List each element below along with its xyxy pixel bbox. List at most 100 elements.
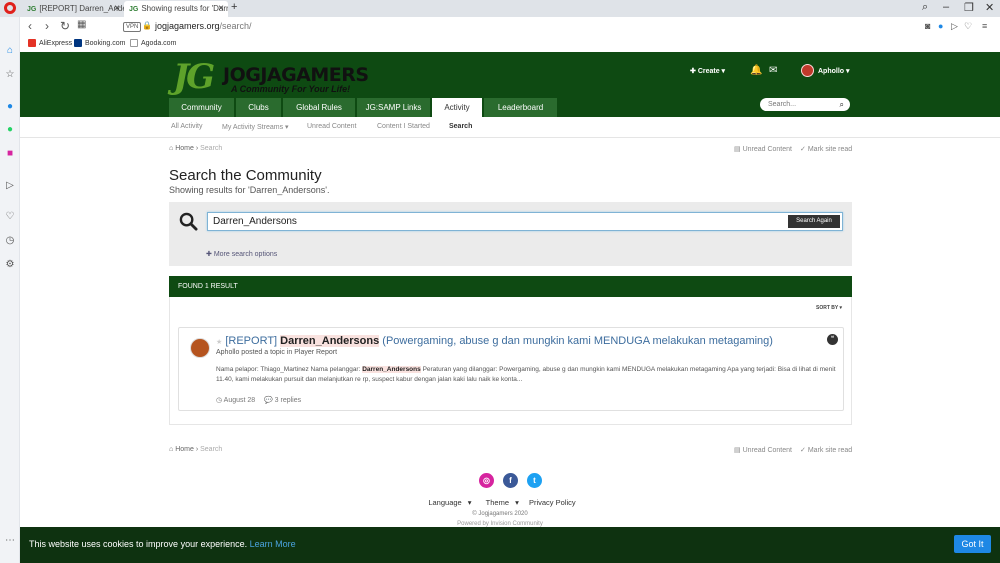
nav-tab-jgsamp-links[interactable]: JG:SAMP Links [357,98,430,117]
cookie-banner: This website uses cookies to improve you… [20,527,1000,563]
header-search-input[interactable]: Search... ⌕ [760,98,850,111]
sort-by-dropdown[interactable]: SORT BY ▾ [816,305,842,311]
opera-logo-icon[interactable] [4,2,16,14]
star-icon[interactable]: ☆ [4,69,16,81]
restore-icon[interactable]: ❐ [964,1,974,14]
user-menu[interactable]: Aphollo ▾ [818,67,850,75]
messenger-icon[interactable]: ● [4,101,16,113]
copyright: © Jogjagamers 2020 [472,511,528,517]
address-bar: ‹ › ↻ ▦ VPN 🔒 jogjagamers.org/search/ ◙ … [20,17,1000,37]
home-icon[interactable]: ⌂ [4,45,16,57]
unread-star-icon: ★ [216,339,223,346]
result-snippet: Nama pelapor: Thiago_Martinez Nama pelan… [216,366,836,383]
nav-tab-leaderboard[interactable]: Leaderboard [484,98,557,117]
messages-envelope-icon[interactable]: ✉ [769,65,777,76]
theme-menu[interactable]: Theme ▾ [482,498,519,507]
subnav-unread-content[interactable]: Unread Content [307,123,356,130]
search-field-wrapper: Search Again [207,212,843,231]
privacy-policy-link[interactable]: Privacy Policy [529,498,576,507]
logo-mark[interactable]: JG [173,57,215,97]
search-panel: Search Again ✚ More search options [169,202,852,266]
browser-sidebar: ⌂ ☆ ● ● ■ ▷ ♡ ◷ ⚙ ⋯ [0,17,20,563]
logo-tagline: A Community For Your Life! [231,84,351,94]
url-field[interactable]: jogjagamers.org/search/ [155,21,252,31]
close-window-icon[interactable]: ✕ [985,1,994,14]
heart-icon[interactable]: ♡ [964,21,972,32]
camera-icon[interactable]: ◙ [925,21,930,31]
more-search-options-link[interactable]: ✚ More search options [206,250,277,258]
reload-icon[interactable]: ↻ [60,19,70,33]
tab-grid-icon[interactable]: ▦ [77,19,86,30]
language-menu[interactable]: Language ▾ [424,498,471,507]
got-it-button[interactable]: Got It [954,535,991,553]
breadcrumb-home[interactable]: Home [175,145,194,152]
notifications-bell-icon[interactable]: 🔔 [750,65,762,76]
instagram-icon[interactable]: ■ [4,148,16,160]
subnav-content-i-started[interactable]: Content I Started [377,123,430,130]
forward-icon[interactable]: › [45,19,49,33]
settings-icon[interactable]: ⚙ [4,259,16,271]
mark-site-read-link[interactable]: ✓ Mark site read [800,446,852,454]
nav-tab-community[interactable]: Community [169,98,234,117]
browser-tab-report[interactable]: JG[REPORT] Darren_Anderso × [22,1,124,17]
search-icon [179,212,198,231]
search-icon[interactable]: ⌕ [840,98,844,111]
vpn-badge[interactable]: VPN [123,22,142,32]
create-button[interactable]: ✚ Create ▾ [690,67,725,75]
search-tabs-icon[interactable]: ⌕ [922,1,928,14]
nav-tab-global-rules[interactable]: Global Rules [283,98,355,117]
cookie-message: This website uses cookies to improve you… [29,539,296,549]
nav-tab-clubs[interactable]: Clubs [236,98,281,117]
site-header: JG JOGJAGAMERS A Community For Your Life… [20,52,1000,117]
result-date[interactable]: ◷ August 28 [216,396,255,404]
more-icon[interactable]: ⋯ [4,535,16,547]
shield-icon[interactable]: ● [938,21,943,31]
breadcrumb-home[interactable]: Home [175,446,194,453]
subnav-my-activity-streams[interactable]: My Activity Streams ▾ [222,123,289,131]
learn-more-link[interactable]: Learn More [250,539,296,549]
home-icon: ⌂ [169,145,174,152]
bookmark-agoda[interactable]: Agoda.com [130,39,176,47]
subnav-all-activity[interactable]: All Activity [171,123,203,130]
twitter-icon[interactable]: t [527,473,542,488]
close-tab-icon[interactable]: × [218,1,224,16]
breadcrumb: ⌂ Home › Search [169,145,223,152]
heart-icon[interactable]: ♡ [4,211,16,223]
unread-content-link[interactable]: ▤ Unread Content [734,145,792,153]
bookmark-aliexpress[interactable]: AliExpress [28,39,72,47]
booking-icon [74,39,82,47]
send-icon[interactable]: ▷ [4,180,16,192]
result-replies[interactable]: 💬 3 replies [264,396,301,404]
menu-icon[interactable]: ≡ [982,21,987,31]
results-area: SORT BY ▾ ★ [REPORT] Darren_Andersons (P… [169,297,852,425]
close-tab-icon[interactable]: × [114,1,120,16]
search-query-input[interactable] [213,216,773,227]
search-again-button[interactable]: Search Again [788,215,840,228]
unread-content-link[interactable]: ▤ Unread Content [734,446,792,454]
result-title-link[interactable]: ★ [REPORT] Darren_Andersons (Powergaming… [216,335,773,347]
author-avatar[interactable] [190,338,210,358]
new-tab-button[interactable]: + [231,1,237,13]
home-icon: ⌂ [169,446,174,453]
nav-tab-activity[interactable]: Activity [432,98,482,117]
results-count-bar: FOUND 1 RESULT [169,276,852,297]
aliexpress-icon [28,39,36,47]
bookmark-booking[interactable]: Booking.com [74,39,125,47]
instagram-icon[interactable]: ◎ [479,473,494,488]
whatsapp-icon[interactable]: ● [4,124,16,136]
subnav-search[interactable]: Search [449,123,472,130]
minimize-icon[interactable]: – [943,1,949,13]
logo-name[interactable]: JOGJAGAMERS [223,64,369,86]
history-icon[interactable]: ◷ [4,235,16,247]
user-avatar[interactable] [801,64,814,77]
topic-comments-icon: ❝ [827,334,838,345]
mark-site-read-link[interactable]: ✓ Mark site read [800,145,852,153]
back-icon[interactable]: ‹ [28,19,32,33]
lock-icon: 🔒 [142,21,152,30]
facebook-icon[interactable]: f [503,473,518,488]
footer-links: Language ▾ Theme ▾ Privacy Policy [0,498,1000,507]
send-arrow-icon[interactable]: ▷ [951,21,958,32]
browser-tab-search[interactable]: JG Showing results for 'Darre × [124,1,228,17]
site-favicon-icon: JG [27,6,37,13]
result-card: ★ [REPORT] Darren_Andersons (Powergaming… [178,327,844,411]
